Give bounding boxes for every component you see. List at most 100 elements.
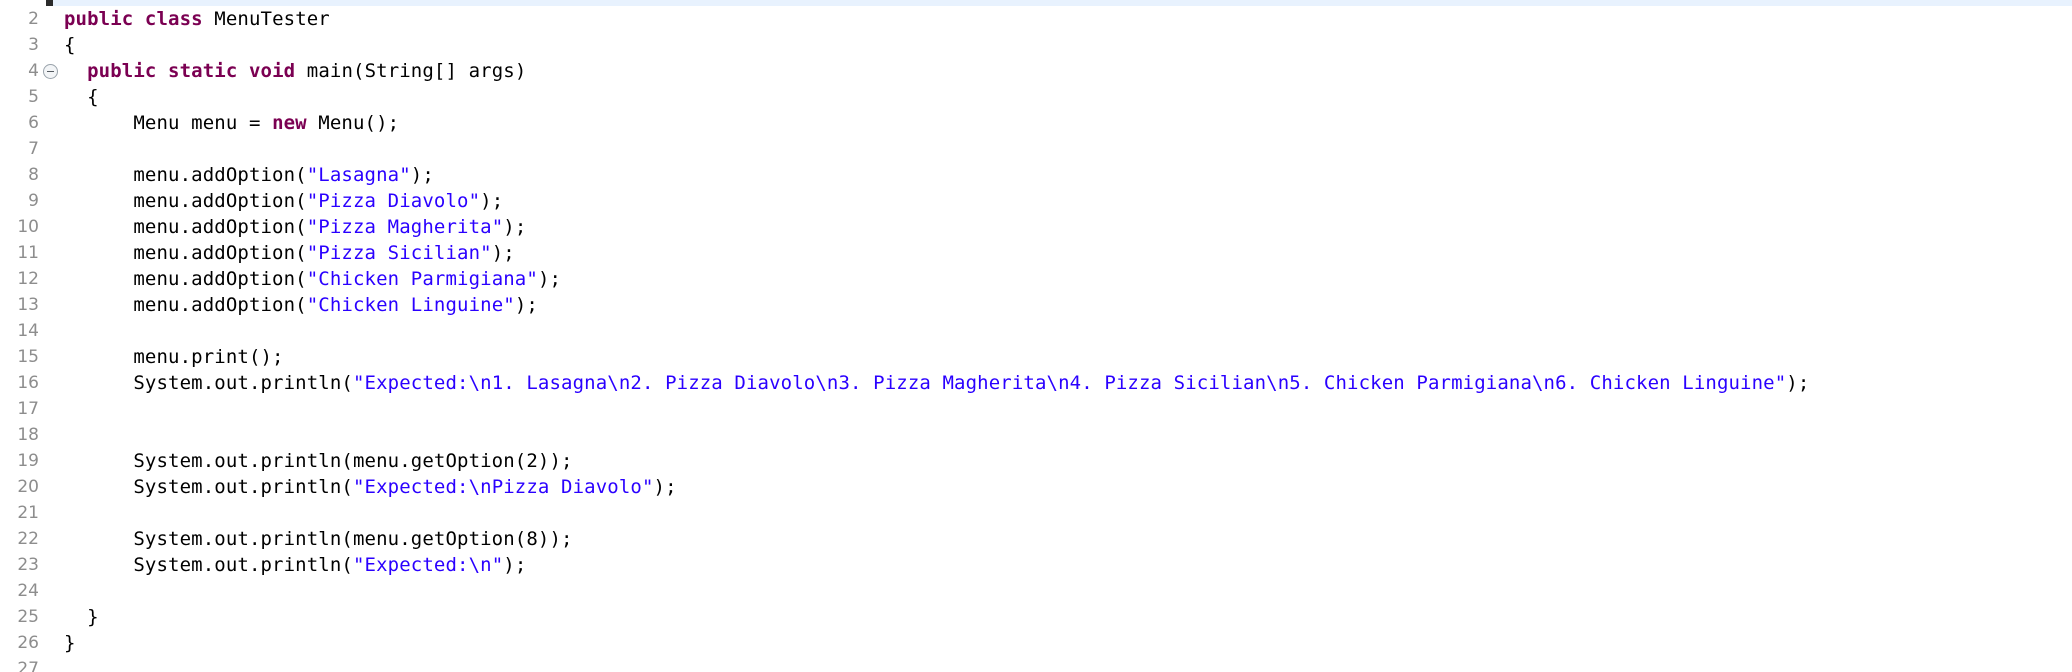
code-text[interactable]: menu.addOption("Pizza Diavolo"); (60, 188, 2072, 214)
code-line[interactable]: 9 menu.addOption("Pizza Diavolo"); (0, 188, 2072, 214)
token-pln: menu.print(); (64, 346, 284, 368)
token-pln: ); (653, 476, 677, 498)
line-number: 22 (17, 529, 39, 549)
line-number: 25 (17, 607, 39, 627)
code-line[interactable]: 17 (0, 396, 2072, 422)
token-str: "Pizza Diavolo" (306, 190, 481, 212)
code-line[interactable]: 25 } (0, 604, 2072, 630)
code-line[interactable]: 20 System.out.println("Expected:\nPizza … (0, 474, 2072, 500)
token-str: "Pizza Magherita" (306, 216, 504, 238)
line-number: 9 (28, 191, 39, 211)
code-text[interactable]: menu.addOption("Pizza Sicilian"); (60, 240, 2072, 266)
code-line[interactable]: 4 public static void main(String[] args) (0, 58, 2072, 84)
token-pln: { (64, 34, 76, 56)
token-pln (237, 60, 249, 82)
code-text[interactable]: menu.addOption("Chicken Parmigiana"); (60, 266, 2072, 292)
token-pln: { (64, 86, 99, 108)
code-text[interactable]: System.out.println("Expected:\n"); (60, 552, 2072, 578)
line-number: 17 (17, 399, 39, 419)
token-pln: menu.addOption( (64, 294, 307, 316)
code-text[interactable]: { (60, 84, 2072, 110)
token-pln: ); (410, 164, 434, 186)
line-number: 21 (17, 503, 39, 523)
code-line[interactable]: 7 (0, 136, 2072, 162)
line-number: 4 (28, 61, 39, 81)
token-pln: ); (514, 294, 538, 316)
code-line[interactable]: 27 (0, 656, 2072, 672)
code-text[interactable]: System.out.println(menu.getOption(2)); (60, 448, 2072, 474)
token-str: "Pizza Sicilian" (306, 242, 492, 264)
collapse-minus-icon[interactable] (42, 63, 58, 79)
code-line[interactable]: 16 System.out.println("Expected:\n1. Las… (0, 370, 2072, 396)
line-number: 20 (17, 477, 39, 497)
token-pln: menu.addOption( (64, 216, 307, 238)
code-editor[interactable]: 2 public class MenuTester 3{4 public stati… (0, 0, 2072, 672)
token-pln: } (64, 632, 76, 654)
token-pln (64, 60, 87, 82)
token-pln: ); (537, 268, 562, 290)
code-line[interactable]: 3{ (0, 32, 2072, 58)
token-str: "Chicken Parmigiana" (306, 268, 538, 290)
token-kw: public (64, 8, 134, 30)
code-line[interactable]: 8 menu.addOption("Lasagna"); (0, 162, 2072, 188)
token-pln: } (64, 606, 99, 628)
code-text[interactable]: System.out.println(menu.getOption(8)); (60, 526, 2072, 552)
code-text[interactable]: System.out.println("Expected:\n1. Lasagn… (60, 370, 2072, 396)
token-pln: main(String[] args) (295, 60, 527, 82)
code-line[interactable]: 6 Menu menu = new Menu(); (0, 110, 2072, 136)
token-pln: menu.addOption( (64, 190, 307, 212)
code-text[interactable]: Menu menu = new Menu(); (60, 110, 2072, 136)
token-pln: Menu menu = (64, 112, 273, 134)
code-text[interactable]: public static void main(String[] args) (60, 58, 2072, 84)
code-line[interactable]: 5 { (0, 84, 2072, 110)
code-line[interactable]: 11 menu.addOption("Pizza Sicilian"); (0, 240, 2072, 266)
code-line[interactable]: 19 System.out.println(menu.getOption(2))… (0, 448, 2072, 474)
code-line[interactable]: 14 (0, 318, 2072, 344)
line-number: 7 (28, 139, 39, 159)
token-kw: class (144, 8, 203, 30)
line-number: 24 (17, 581, 39, 601)
code-line[interactable]: 10 menu.addOption("Pizza Magherita"); (0, 214, 2072, 240)
code-line[interactable]: 21 (0, 500, 2072, 526)
token-pln: ); (491, 242, 515, 264)
token-kw: public (87, 60, 157, 82)
code-text[interactable]: } (60, 604, 2072, 630)
code-line[interactable]: 12 menu.addOption("Chicken Parmigiana"); (0, 266, 2072, 292)
line-number: 12 (17, 269, 39, 289)
token-str: "Expected:\n" (352, 554, 504, 576)
code-line[interactable]: 15 menu.print(); (0, 344, 2072, 370)
code-line[interactable]: 13 menu.addOption("Chicken Linguine"); (0, 292, 2072, 318)
fold-column[interactable] (40, 63, 60, 79)
code-line[interactable]: 2 public class MenuTester (0, 6, 2072, 32)
token-pln: System.out.println(menu.getOption(2)); (64, 450, 573, 472)
code-text[interactable]: public class MenuTester (60, 6, 2072, 32)
code-text[interactable]: menu.addOption("Chicken Linguine"); (60, 292, 2072, 318)
code-text[interactable]: } (60, 630, 2072, 656)
code-line[interactable]: 23 System.out.println("Expected:\n"); (0, 552, 2072, 578)
token-pln: System.out.println(menu.getOption(8)); (64, 528, 573, 550)
code-line[interactable]: 22 System.out.println(menu.getOption(8))… (0, 526, 2072, 552)
line-number: 2 (28, 9, 39, 29)
code-line[interactable]: 18 (0, 422, 2072, 448)
token-pln: MenuTester (202, 8, 330, 30)
code-line[interactable]: 24 (0, 578, 2072, 604)
code-text[interactable]: System.out.println("Expected:\nPizza Dia… (60, 474, 2072, 500)
line-number: 8 (28, 165, 39, 185)
line-number: 23 (17, 555, 39, 575)
token-kw: void (248, 60, 296, 82)
line-number: 26 (17, 633, 39, 653)
code-line-list[interactable]: 2 public class MenuTester 3{4 public stati… (0, 6, 2072, 672)
line-number: 27 (17, 659, 39, 672)
token-str: "Chicken Linguine" (306, 294, 515, 316)
token-pln: System.out.println( (64, 372, 353, 394)
token-pln: System.out.println( (64, 476, 353, 498)
code-text[interactable]: menu.addOption("Lasagna"); (60, 162, 2072, 188)
line-number: 5 (28, 87, 39, 107)
token-str: "Expected:\n1. Lasagna\n2. Pizza Diavolo… (352, 372, 1787, 394)
line-number: 14 (17, 321, 39, 341)
code-text[interactable]: { (60, 32, 2072, 58)
code-text[interactable]: menu.print(); (60, 344, 2072, 370)
token-pln: ); (1786, 372, 1810, 394)
code-text[interactable]: menu.addOption("Pizza Magherita"); (60, 214, 2072, 240)
code-line[interactable]: 26} (0, 630, 2072, 656)
